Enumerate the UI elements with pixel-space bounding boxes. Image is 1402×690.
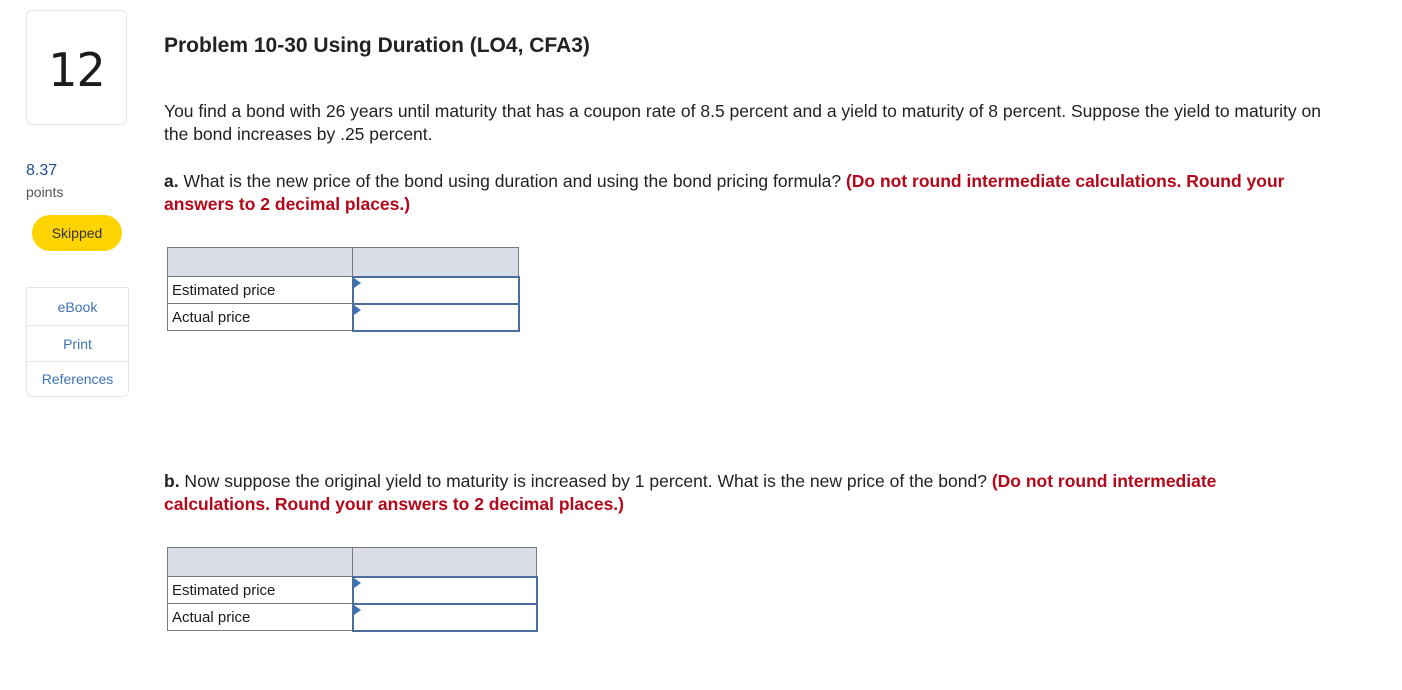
input-flag-icon bbox=[353, 577, 361, 588]
part-b-estimated-price-input[interactable] bbox=[357, 578, 532, 602]
row-label: Actual price bbox=[167, 603, 353, 631]
row-label: Estimated price bbox=[167, 576, 353, 604]
part-b-question: b. Now suppose the original yield to mat… bbox=[164, 470, 1244, 516]
problem-intro: You find a bond with 26 years until matu… bbox=[164, 101, 1321, 144]
table-header-row bbox=[167, 247, 519, 277]
part-a-question-text: What is the new price of the bond using … bbox=[178, 171, 846, 191]
part-a-label: a. bbox=[164, 171, 179, 191]
references-link[interactable]: References bbox=[27, 362, 128, 396]
header-cell bbox=[352, 247, 519, 277]
header-cell bbox=[167, 547, 353, 577]
status-badge: Skipped bbox=[32, 215, 122, 251]
table-row: Estimated price bbox=[167, 275, 520, 305]
question-number: 12 bbox=[48, 42, 106, 97]
resources-panel: eBook Print References bbox=[26, 287, 129, 397]
table-row: Actual price bbox=[167, 602, 538, 632]
part-b-question-text: Now suppose the original yield to maturi… bbox=[179, 471, 992, 491]
points-value: 8.37 bbox=[26, 162, 58, 179]
row-label: Estimated price bbox=[167, 276, 353, 304]
print-link[interactable]: Print bbox=[27, 326, 128, 362]
ebook-link[interactable]: eBook bbox=[27, 288, 128, 326]
part-b-actual-price-input[interactable] bbox=[357, 605, 532, 629]
header-cell bbox=[167, 247, 353, 277]
answer-cell bbox=[351, 275, 520, 305]
answer-cell bbox=[351, 602, 538, 632]
answer-cell bbox=[351, 302, 520, 332]
input-flag-icon bbox=[353, 304, 361, 315]
part-a-actual-price-input[interactable] bbox=[357, 305, 514, 329]
table-header-row bbox=[167, 547, 537, 577]
question-page: 12 8.37 points Skipped eBook Print Refer… bbox=[0, 0, 1402, 690]
part-b-answer-table: Estimated price Actual price bbox=[167, 547, 538, 632]
table-row: Estimated price bbox=[167, 575, 538, 605]
input-flag-icon bbox=[353, 604, 361, 615]
row-label: Actual price bbox=[167, 303, 353, 331]
points-label: points bbox=[26, 184, 64, 200]
problem-title: Problem 10-30 Using Duration (LO4, CFA3) bbox=[164, 34, 590, 57]
header-cell bbox=[352, 547, 537, 577]
question-number-box: 12 bbox=[26, 10, 127, 125]
part-a-answer-table: Estimated price Actual price bbox=[167, 247, 520, 332]
part-a-estimated-price-input[interactable] bbox=[357, 278, 514, 302]
table-row: Actual price bbox=[167, 302, 520, 332]
part-a-question: a. What is the new price of the bond usi… bbox=[164, 170, 1344, 216]
part-b-label: b. bbox=[164, 471, 180, 491]
input-flag-icon bbox=[353, 277, 361, 288]
answer-cell bbox=[351, 575, 538, 605]
